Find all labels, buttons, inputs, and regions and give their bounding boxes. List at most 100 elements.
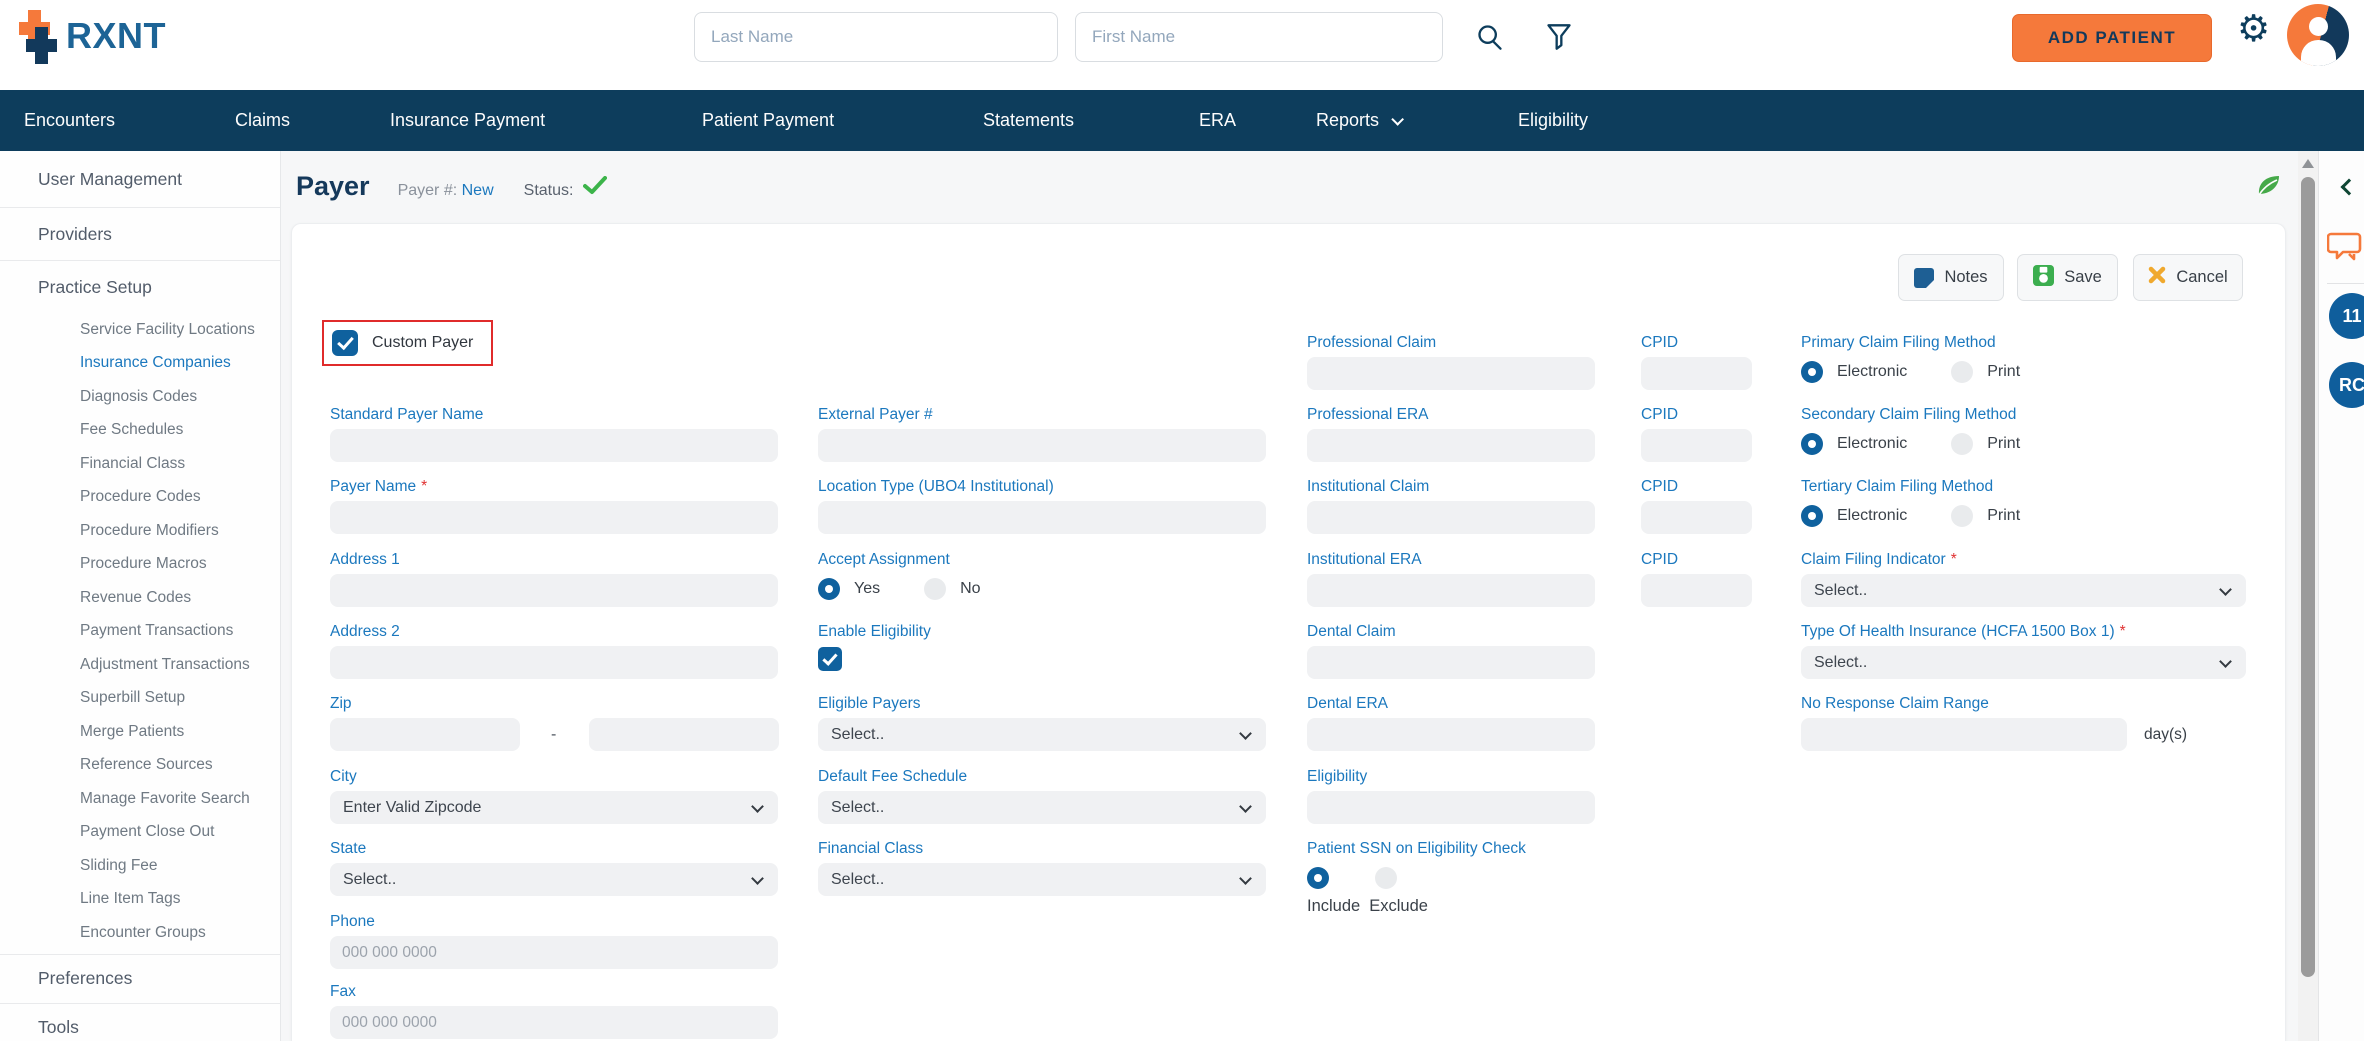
collapse-chevron-icon[interactable] (2340, 178, 2358, 196)
claim-filing-indicator-select[interactable]: Select.. (1801, 574, 2246, 607)
financial-class-select[interactable]: Select.. (818, 863, 1266, 896)
avatar[interactable] (2287, 4, 2349, 66)
scrollbar-thumb[interactable] (2301, 177, 2315, 977)
notes-button[interactable]: Notes (1898, 254, 2004, 301)
primary-electronic-radio[interactable] (1801, 361, 1823, 383)
nav-item-eligibility[interactable]: Eligibility (1518, 90, 1588, 151)
nav-item-patient-payment[interactable]: Patient Payment (702, 90, 834, 151)
state-select[interactable]: Select.. (330, 863, 778, 896)
sidebar-item-adjustment-transactions[interactable]: Adjustment Transactions (0, 648, 280, 682)
scroll-up-arrow[interactable] (2302, 159, 2314, 168)
sidebar-item-payment-transactions[interactable]: Payment Transactions (0, 615, 280, 649)
sidebar-item-procedure-codes[interactable]: Procedure Codes (0, 481, 280, 515)
field-primary-claim-filing: Primary Claim Filing Method Electronic P… (1801, 333, 2246, 383)
phone-input[interactable] (330, 936, 778, 969)
dental-claim-input[interactable] (1307, 646, 1595, 679)
tertiary-print-radio[interactable] (1951, 505, 1974, 527)
secondary-electronic-radio[interactable] (1801, 433, 1823, 455)
fax-input[interactable] (330, 1006, 778, 1039)
tertiary-electronic-radio[interactable] (1801, 505, 1823, 527)
last-name-search-input[interactable] (694, 12, 1058, 62)
nav-item-statements[interactable]: Statements (983, 90, 1074, 151)
sidebar-item-service-facility-locations[interactable]: Service Facility Locations (0, 313, 280, 347)
sidebar-item-superbill-setup[interactable]: Superbill Setup (0, 682, 280, 716)
payer-number-link[interactable]: New (462, 182, 494, 199)
sidebar-item-tools[interactable]: Tools (0, 1004, 280, 1041)
custom-payer-checkbox[interactable] (332, 330, 358, 356)
sidebar-item-payment-close-out[interactable]: Payment Close Out (0, 816, 280, 850)
sidebar-item-practice-setup[interactable]: Practice Setup (0, 261, 280, 313)
field-tertiary-claim-filing: Tertiary Claim Filing Method Electronic … (1801, 477, 2246, 527)
sidebar-item-diagnosis-codes[interactable]: Diagnosis Codes (0, 380, 280, 414)
nav-item-encounters[interactable]: Encounters (24, 90, 115, 151)
rxnt-logo[interactable]: RXNT (18, 8, 166, 64)
professional-era-input[interactable] (1307, 429, 1595, 462)
sidebar-item-preferences[interactable]: Preferences (0, 955, 280, 1003)
primary-print-radio[interactable] (1951, 361, 1974, 383)
accept-assignment-no-radio[interactable] (924, 578, 947, 600)
sidebar-item-revenue-codes[interactable]: Revenue Codes (0, 581, 280, 615)
nav-item-claims[interactable]: Claims (235, 90, 290, 151)
payer-name-input[interactable] (330, 501, 778, 534)
eligible-payers-select[interactable]: Select.. (818, 718, 1266, 751)
page-title: Payer (296, 171, 370, 201)
location-type-input[interactable] (818, 501, 1266, 534)
patient-ssn-exclude-radio[interactable] (1375, 867, 1397, 889)
sidebar-item-manage-favorite-search[interactable]: Manage Favorite Search (0, 782, 280, 816)
user-initials-badge[interactable]: RC (2329, 362, 2364, 408)
patient-ssn-include-radio[interactable] (1307, 867, 1329, 889)
cpid-input[interactable] (1641, 574, 1752, 607)
sidebar-item-financial-class[interactable]: Financial Class (0, 447, 280, 481)
professional-claim-input[interactable] (1307, 357, 1595, 390)
sidebar-item-providers[interactable]: Providers (0, 208, 280, 260)
sidebar-item-reference-sources[interactable]: Reference Sources (0, 749, 280, 783)
dental-era-input[interactable] (1307, 718, 1595, 751)
enable-eligibility-checkbox[interactable] (818, 647, 842, 671)
sidebar-item-procedure-macros[interactable]: Procedure Macros (0, 548, 280, 582)
first-name-search-input[interactable] (1075, 12, 1443, 62)
sidebar-item-merge-patients[interactable]: Merge Patients (0, 715, 280, 749)
type-of-health-insurance-select[interactable]: Select.. (1801, 646, 2246, 679)
main-content: Payer Payer #: New Status: Notes Save Ca… (282, 151, 2298, 1041)
sidebar-item-fee-schedules[interactable]: Fee Schedules (0, 414, 280, 448)
sidebar-item-encounter-groups[interactable]: Encounter Groups (0, 916, 280, 950)
zip-input[interactable] (330, 718, 520, 751)
standard-payer-name-input[interactable] (330, 429, 778, 462)
nav-item-reports[interactable]: Reports (1316, 90, 1405, 151)
add-patient-button[interactable]: ADD PATIENT (2012, 14, 2212, 62)
address1-input[interactable] (330, 574, 778, 607)
sidebar-item-user-management[interactable]: User Management (0, 151, 280, 207)
chevron-down-icon (751, 872, 764, 885)
eligibility-input[interactable] (1307, 791, 1595, 824)
filter-icon[interactable] (1546, 23, 1572, 56)
institutional-era-input[interactable] (1307, 574, 1595, 607)
field-standard-payer-name: Standard Payer Name (330, 405, 778, 462)
chat-icon[interactable] (2326, 231, 2364, 276)
sidebar-item-sliding-fee[interactable]: Sliding Fee (0, 849, 280, 883)
cpid-input[interactable] (1641, 429, 1752, 462)
vertical-scrollbar[interactable] (2298, 151, 2318, 1041)
cpid-input[interactable] (1641, 357, 1752, 390)
save-button[interactable]: Save (2017, 254, 2118, 301)
sidebar-item-insurance-companies[interactable]: Insurance Companies (0, 347, 280, 381)
sidebar-item-procedure-modifiers[interactable]: Procedure Modifiers (0, 514, 280, 548)
secondary-print-radio[interactable] (1951, 433, 1974, 455)
external-payer-number-input[interactable] (818, 429, 1266, 462)
nav-item-era[interactable]: ERA (1199, 90, 1236, 151)
city-select[interactable]: Enter Valid Zipcode (330, 791, 778, 824)
custom-payer-label: Custom Payer (372, 334, 474, 351)
nav-item-insurance-payment[interactable]: Insurance Payment (390, 90, 545, 151)
institutional-claim-input[interactable] (1307, 501, 1595, 534)
main-nav-bar: Encounters Claims Insurance Payment Patient… (0, 90, 2364, 151)
gear-icon[interactable]: ⚙ (2237, 10, 2270, 47)
cancel-button[interactable]: Cancel (2133, 254, 2243, 301)
no-response-claim-range-input[interactable] (1801, 718, 2127, 751)
accept-assignment-yes-radio[interactable] (818, 578, 840, 600)
default-fee-schedule-select[interactable]: Select.. (818, 791, 1266, 824)
notification-count-badge[interactable]: 11 (2329, 293, 2364, 339)
sidebar-item-line-item-tags[interactable]: Line Item Tags (0, 883, 280, 917)
zip-ext-input[interactable] (589, 718, 779, 751)
search-icon[interactable] (1476, 23, 1504, 56)
cpid-input[interactable] (1641, 501, 1752, 534)
address2-input[interactable] (330, 646, 778, 679)
